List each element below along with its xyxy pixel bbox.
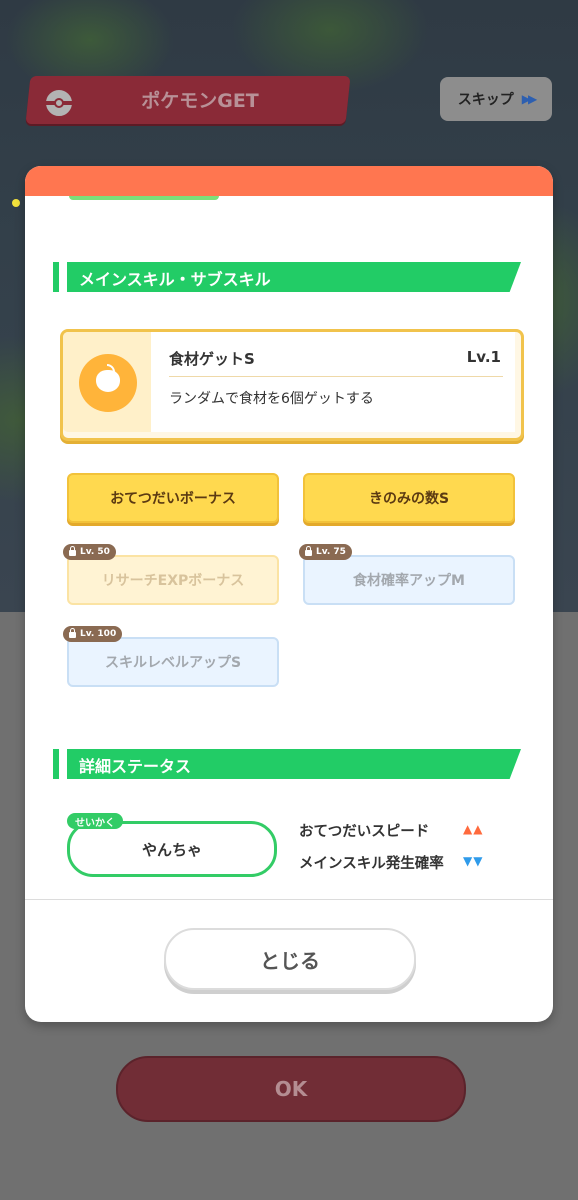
skills-modal: メインスキル・サブスキル 食材ゲットS Lv.1 ランダムで食材を6個ゲットする… [25,166,553,1022]
main-skill-name: 食材ゲットS [169,350,255,368]
lock-icon [69,546,76,556]
skip-button[interactable]: スキップ ▶▶ [440,77,552,121]
section-header-status: 詳細ステータス [53,749,521,779]
lock-badge: Lv. 50 [63,544,116,560]
stat-label-up: おてつだいスピード [299,824,430,840]
main-skill-card[interactable]: 食材ゲットS Lv.1 ランダムで食材を6個ゲットする [60,329,524,441]
close-button[interactable]: とじる [164,928,416,990]
ok-button[interactable]: OK [116,1056,466,1122]
lock-badge: Lv. 100 [63,626,123,642]
sub-skill-label: おてつだいボーナス [110,491,236,507]
lock-badge: Lv. 75 [299,544,352,560]
section-header-skills: メインスキル・サブスキル [53,262,521,292]
lock-level: Lv. 100 [80,629,117,639]
nature-value-box: やんちゃ [67,821,277,877]
scroll-content-edge [69,196,219,200]
sub-skill-5-locked[interactable]: スキルレベルアップS [67,637,279,687]
sub-skill-3-locked[interactable]: リサーチEXPボーナス [67,555,279,605]
pokeball-icon [44,88,74,118]
lock-icon [305,546,312,556]
sub-skill-2[interactable]: きのみの数S [303,473,515,523]
modal-header [25,166,553,196]
sub-skill-label: リサーチEXPボーナス [101,573,245,589]
sub-skill-label: 食材確率アップM [353,573,465,589]
banner-title: ポケモンGET [141,90,259,112]
up-arrows-icon: ▲▲ [463,822,484,836]
nature-tag: せいかく [67,813,123,829]
ok-label: OK [274,1077,308,1101]
stat-label-down: メインスキル発生確率 [299,856,444,872]
sub-skill-label: きのみの数S [368,491,450,507]
close-label: とじる [260,948,320,973]
lock-level: Lv. 50 [80,547,110,557]
fast-forward-icon: ▶▶ [521,92,538,106]
sub-skill-label: スキルレベルアップS [104,655,242,671]
apple-icon [79,354,137,412]
lock-icon [69,628,76,638]
section-title-skills: メインスキル・サブスキル [79,270,271,289]
skip-label: スキップ [457,92,514,108]
lock-level: Lv. 75 [316,547,346,557]
main-skill-description: ランダムで食材を6個ゲットする [169,391,374,407]
sub-skill-4-locked[interactable]: 食材確率アップM [303,555,515,605]
down-arrows-icon: ▼▼ [463,854,484,868]
footer-divider [25,899,553,900]
main-skill-level: Lv.1 [466,348,501,366]
section-title-status: 詳細ステータス [79,757,192,776]
sub-skill-1[interactable]: おてつだいボーナス [67,473,279,523]
nature-value: やんちゃ [141,840,202,859]
divider [169,376,503,377]
indicator-dot [12,199,20,207]
